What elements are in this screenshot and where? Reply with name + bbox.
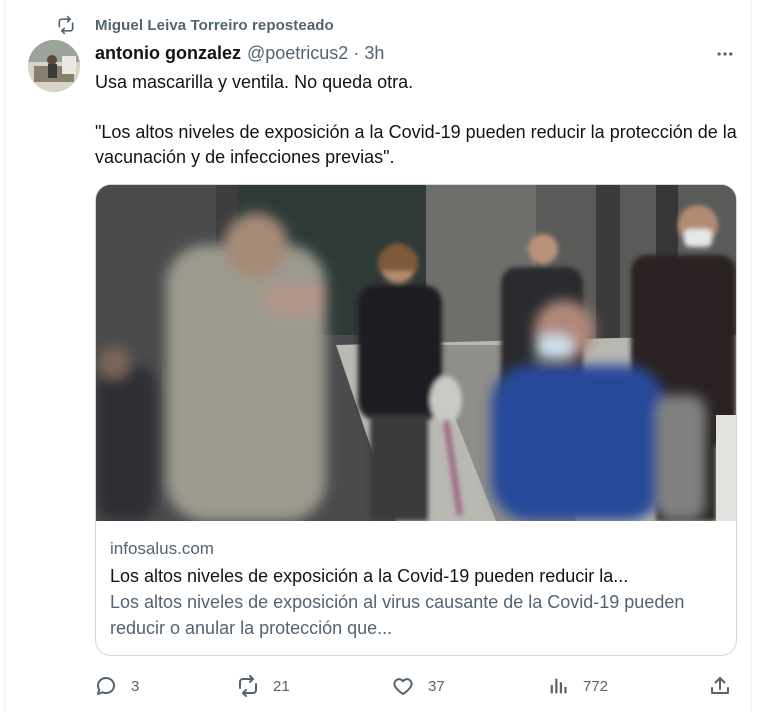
views-count: 772 [583,677,609,695]
separator-dot: · [353,42,360,63]
like-button[interactable]: 37 [390,672,445,700]
more-icon[interactable] [713,42,737,66]
link-preview-card[interactable]: infosalus.com Los altos niveles de expos… [95,184,737,656]
repost-button[interactable]: 21 [235,672,290,700]
like-count: 37 [428,677,445,695]
tweet-line-2: "Los altos niveles de exposición a la Co… [95,122,737,167]
tweet-line-1: Usa mascarilla y ventila. No queda otra. [95,72,414,92]
views-icon [545,673,571,699]
repost-icon [235,673,261,699]
repost-context[interactable]: Miguel Leiva Torreiro reposteado [55,14,334,36]
repost-icon [55,14,77,36]
tweet-header: antonio gonzalez @poetricus2 · 3h [95,40,384,66]
views-button[interactable]: 772 [545,672,608,700]
tweet-card[interactable]: Miguel Leiva Torreiro reposteado antonio… [4,0,752,712]
share-icon [707,673,733,699]
author-handle[interactable]: @poetricus2 [247,43,348,64]
share-button[interactable] [707,672,745,700]
timestamp[interactable]: 3h [364,43,384,64]
heart-icon [390,673,416,699]
reply-button[interactable]: 3 [93,672,139,700]
repost-count: 21 [273,677,290,695]
reply-icon [93,673,119,699]
tweet-text: Usa mascarilla y ventila. No queda otra.… [95,70,745,170]
link-title: Los altos niveles de exposición a la Cov… [110,566,629,586]
link-preview-image[interactable] [96,185,736,521]
link-meta: infosalus.com Los altos niveles de expos… [110,537,725,641]
repost-label: Miguel Leiva Torreiro reposteado [95,16,334,34]
link-domain: infosalus.com [110,539,214,558]
author-name[interactable]: antonio gonzalez [95,43,241,64]
action-bar: 3 21 37 772 [93,672,743,700]
reply-count: 3 [131,677,140,695]
link-description: Los altos niveles de exposición al virus… [110,592,685,638]
avatar[interactable] [28,40,80,92]
